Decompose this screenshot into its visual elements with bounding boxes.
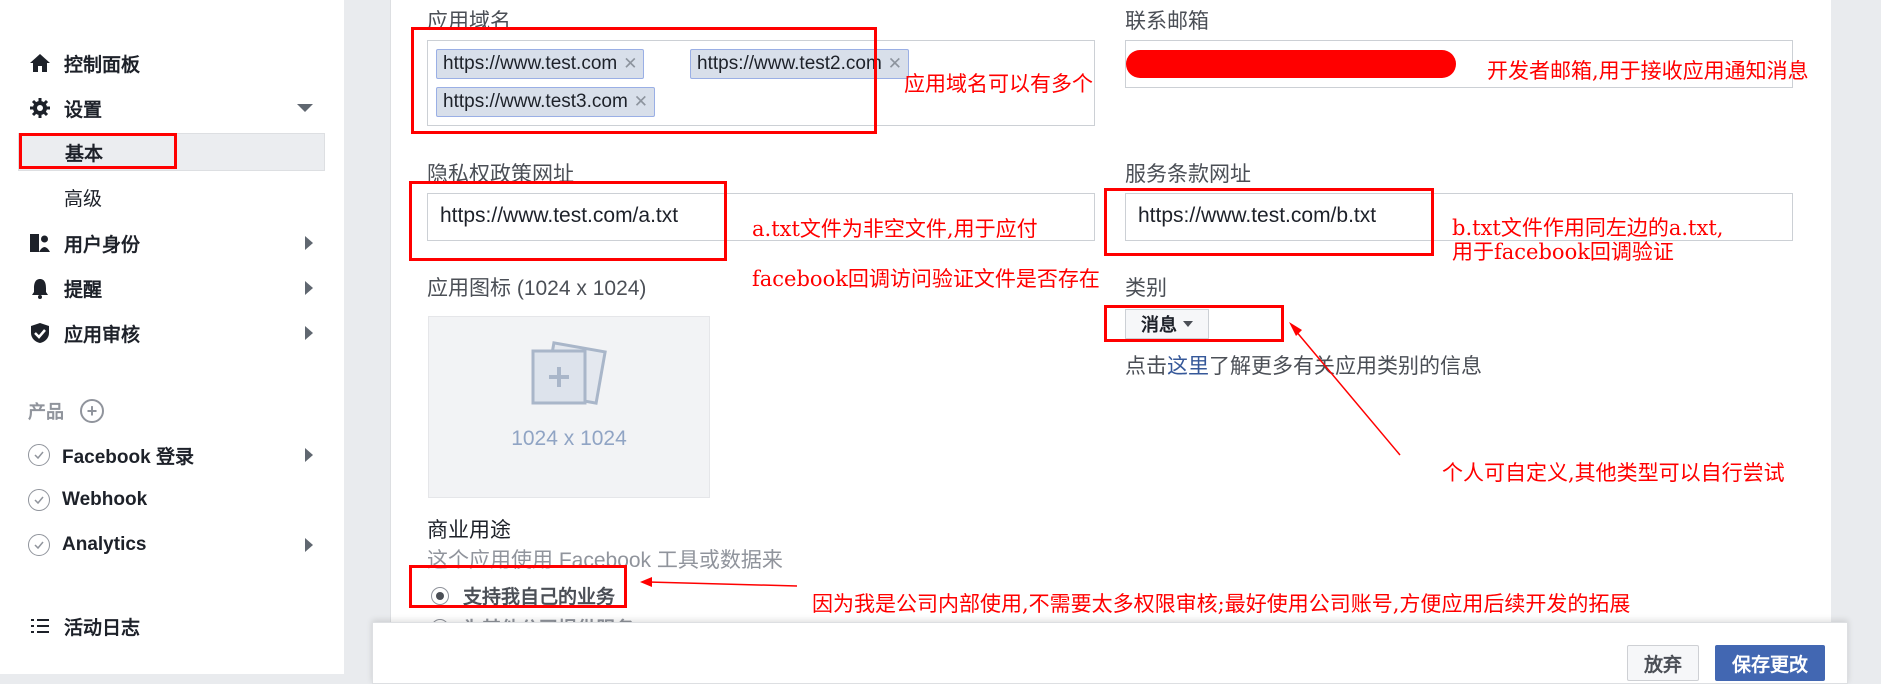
arrow-category — [1294, 329, 1401, 456]
annotation-arrows — [640, 322, 1401, 587]
arrow-business — [647, 581, 798, 587]
arrow-head-category-icon — [1289, 322, 1302, 336]
arrow-head-business-icon — [640, 577, 652, 587]
